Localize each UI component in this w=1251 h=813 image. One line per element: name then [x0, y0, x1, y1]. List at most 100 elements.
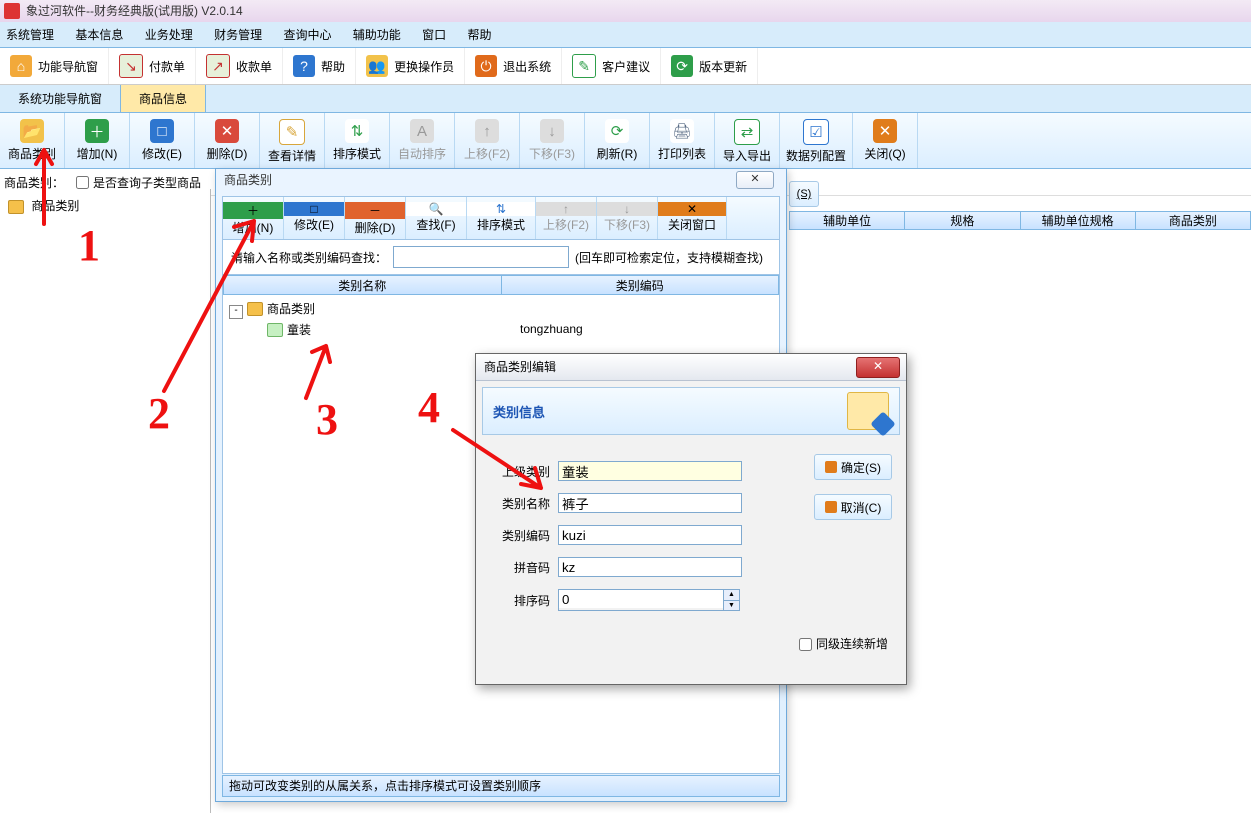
- columns-icon: ☑: [803, 119, 829, 145]
- menu-system[interactable]: 系统管理: [6, 26, 54, 43]
- name-field[interactable]: [558, 493, 742, 513]
- power-icon: ⏻: [475, 55, 497, 77]
- item-icon: [267, 323, 283, 337]
- tab-goods[interactable]: 商品信息: [121, 85, 206, 112]
- spin-up-icon[interactable]: ▲: [723, 590, 739, 601]
- update-icon: ⟳: [671, 55, 693, 77]
- col-auxspec[interactable]: 辅助单位规格: [1021, 211, 1136, 230]
- mt-add[interactable]: ＋增加(N): [223, 197, 284, 239]
- tree-row-root[interactable]: -商品类别: [229, 299, 773, 319]
- menu-basic[interactable]: 基本信息: [75, 26, 123, 43]
- import-icon: ⇄: [734, 119, 760, 145]
- tb-exit[interactable]: ⏻退出系统: [465, 48, 562, 84]
- tb-help[interactable]: ?帮助: [283, 48, 356, 84]
- menu-help[interactable]: 帮助: [468, 26, 492, 43]
- square-icon: □: [284, 202, 344, 216]
- continuous-add[interactable]: 同级连续新增: [795, 635, 888, 654]
- s-button[interactable]: (S): [789, 181, 819, 207]
- tb-feedback[interactable]: ✎客户建议: [562, 48, 661, 84]
- doc-tabs: 系统功能导航窗 商品信息: [0, 85, 1251, 113]
- bt-close[interactable]: ✕关闭(Q): [853, 113, 918, 168]
- cancel-button[interactable]: 取消(C): [814, 494, 892, 520]
- col-spec[interactable]: 规格: [905, 211, 1020, 230]
- tb-update[interactable]: ⟳版本更新: [661, 48, 758, 84]
- app-logo-icon: [4, 3, 20, 19]
- folder-icon: 📂: [20, 119, 44, 143]
- tb-recv[interactable]: ↗收款单: [196, 48, 283, 84]
- bt-detail[interactable]: ✎查看详情: [260, 113, 325, 168]
- bt-print[interactable]: 🖨打印列表: [650, 113, 715, 168]
- filter-label: 商品类别：: [4, 174, 64, 191]
- tb-pay[interactable]: ↘付款单: [109, 48, 196, 84]
- bt-columns[interactable]: ☑数据列配置: [780, 113, 853, 168]
- continuous-checkbox[interactable]: [799, 638, 812, 651]
- note-icon: ✎: [572, 54, 596, 78]
- sort-field[interactable]: [559, 590, 723, 608]
- modal-grid-header: 类别名称 类别编码: [223, 275, 779, 295]
- menu-query[interactable]: 查询中心: [283, 26, 331, 43]
- bt-importexport[interactable]: ⇄导入导出: [715, 113, 780, 168]
- square-icon: □: [150, 119, 174, 143]
- filter-subtype-checkbox[interactable]: [76, 176, 89, 189]
- down-icon: ↓: [540, 119, 564, 143]
- modal-close-button[interactable]: ✕: [736, 171, 774, 189]
- tb-switchuser[interactable]: 👥更换操作员: [356, 48, 465, 84]
- app-title: 象过河软件--财务经典版(试用版) V2.0.14: [26, 4, 243, 18]
- refresh-icon: ⟳: [605, 119, 629, 143]
- menu-business[interactable]: 业务处理: [145, 26, 193, 43]
- col-catname[interactable]: 类别名称: [223, 275, 502, 295]
- edit-dialog: 商品类别编辑 ✕ 类别信息 上级类别 类别名称 类别编码 拼音码 排序码 ▲▼ …: [475, 353, 907, 685]
- ok-button[interactable]: 确定(S): [814, 454, 892, 480]
- code-field[interactable]: [558, 525, 742, 545]
- bt-category[interactable]: 📂商品类别: [0, 113, 65, 168]
- dialog-close-button[interactable]: ✕: [856, 357, 900, 378]
- col-catcode[interactable]: 类别编码: [502, 275, 780, 295]
- menu-window[interactable]: 窗口: [422, 26, 446, 43]
- mt-close[interactable]: ✕关闭窗口: [658, 197, 727, 239]
- recv-icon: ↗: [206, 54, 230, 78]
- col-auxunit[interactable]: 辅助单位: [789, 211, 905, 230]
- parent-field: [558, 461, 742, 481]
- mt-edit[interactable]: □修改(E): [284, 197, 345, 239]
- modal-toolbar: ＋增加(N) □修改(E) －删除(D) 🔍查找(F) ⇅排序模式 ↑上移(F2…: [223, 197, 779, 240]
- modal-footer: 拖动可改变类别的从属关系，点击排序模式可设置类别顺序: [222, 775, 780, 797]
- mt-search[interactable]: 🔍查找(F): [406, 197, 467, 239]
- col-category[interactable]: 商品类别: [1136, 211, 1251, 230]
- folder-icon: [8, 200, 24, 214]
- menu-finance[interactable]: 财务管理: [214, 26, 262, 43]
- modal-title-bar[interactable]: 商品类别 ✕: [216, 169, 786, 191]
- grid-headers: 辅助单位 规格 辅助单位规格 商品类别: [789, 211, 1251, 230]
- mt-sort[interactable]: ⇅排序模式: [467, 197, 536, 239]
- help-icon: ?: [293, 55, 315, 77]
- bt-add[interactable]: ＋增加(N): [65, 113, 130, 168]
- plus-icon: ＋: [85, 119, 109, 143]
- dialog-header: 类别信息: [482, 387, 900, 435]
- modal-search-input[interactable]: [393, 246, 569, 268]
- bt-edit[interactable]: □修改(E): [130, 113, 195, 168]
- bt-sort[interactable]: ⇅排序模式: [325, 113, 390, 168]
- tb-nav[interactable]: ⌂功能导航窗: [0, 48, 109, 84]
- sort-stepper[interactable]: ▲▼: [558, 589, 740, 611]
- mt-delete[interactable]: －删除(D): [345, 197, 406, 239]
- pinyin-field[interactable]: [558, 557, 742, 577]
- up-icon: ↑: [475, 119, 499, 143]
- collapse-icon[interactable]: -: [229, 305, 243, 319]
- bt-delete[interactable]: ✕删除(D): [195, 113, 260, 168]
- menu-aux[interactable]: 辅助功能: [353, 26, 401, 43]
- bt-autosort: A自动排序: [390, 113, 455, 168]
- bt-refresh[interactable]: ⟳刷新(R): [585, 113, 650, 168]
- edit-folder-icon: [847, 392, 889, 430]
- tab-nav[interactable]: 系统功能导航窗: [0, 85, 121, 112]
- pencil-icon: ✎: [279, 119, 305, 145]
- sort-icon: ⇅: [467, 202, 535, 216]
- main-toolbar: ⌂功能导航窗 ↘付款单 ↗收款单 ?帮助 👥更换操作员 ⏻退出系统 ✎客户建议 …: [0, 48, 1251, 85]
- tree-row-child[interactable]: 童装 tongzhuang: [229, 319, 773, 339]
- spin-down-icon[interactable]: ▼: [723, 601, 739, 611]
- close-icon: ✕: [658, 202, 726, 216]
- dialog-title-bar[interactable]: 商品类别编辑 ✕: [476, 354, 906, 381]
- autosort-icon: A: [410, 119, 434, 143]
- plus-icon: ＋: [223, 202, 283, 219]
- side-root-node[interactable]: 商品类别: [0, 195, 210, 216]
- mt-down: ↓下移(F3): [597, 197, 658, 239]
- bt-moveup: ↑上移(F2): [455, 113, 520, 168]
